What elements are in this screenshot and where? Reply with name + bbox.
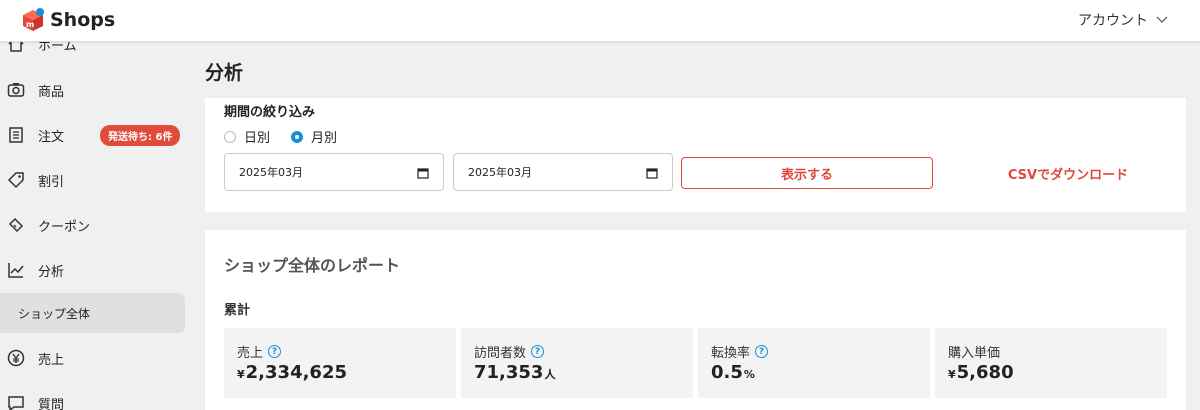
sidebar-item-shop-overall[interactable]: ショップ全体 — [0, 293, 185, 333]
top-header: m Shops アカウント — [0, 0, 1200, 42]
sidebar-item-questions[interactable]: 質問 — [0, 383, 186, 410]
csv-download-button[interactable]: CSVでダウンロード — [965, 157, 1171, 189]
filter-title: 期間の絞り込み — [224, 105, 316, 120]
sidebar-item-label: 割引 — [38, 174, 65, 190]
sidebar-item-products[interactable]: 商品 — [0, 70, 186, 110]
stat-card-sales: 売上 ? ¥ 2,334,625 — [224, 328, 456, 398]
end-month-input[interactable]: 2025年03月 — [453, 153, 673, 191]
sidebar-item-label: 注文 — [38, 129, 65, 145]
help-icon[interactable]: ? — [531, 345, 545, 358]
show-button[interactable]: 表示する — [681, 157, 933, 189]
report-title: ショップ全体のレポート — [224, 256, 401, 275]
sidebar-item-label: クーポン — [38, 219, 91, 235]
brand-name: Shops — [50, 9, 116, 31]
chart-icon — [7, 261, 25, 279]
camera-icon — [7, 81, 25, 99]
start-month-value: 2025年03月 — [239, 166, 303, 179]
chat-icon — [7, 394, 25, 410]
radio-label: 日別 — [244, 131, 271, 146]
account-menu[interactable]: アカウント — [1078, 10, 1168, 30]
sidebar-item-label: 売上 — [38, 352, 65, 368]
cumulative-label: 累計 — [224, 303, 251, 318]
receipt-icon — [7, 126, 25, 144]
pending-shipment-badge: 発送待ち: 6件 — [100, 124, 181, 146]
sidebar-item-analytics[interactable]: 分析 — [0, 250, 186, 290]
tag-icon — [7, 171, 25, 189]
radio-daily[interactable]: 日別 — [224, 127, 270, 146]
stat-value: 5,680 — [956, 362, 1014, 383]
sidebar-item-orders[interactable]: 注文 発送待ち: 6件 — [0, 115, 186, 155]
svg-text:m: m — [26, 20, 34, 29]
sidebar-item-label: ショップ全体 — [18, 306, 91, 321]
logo-mark-icon: m — [20, 7, 46, 33]
calendar-icon[interactable] — [646, 167, 658, 182]
stat-label: 購入単価 — [948, 346, 1001, 361]
page-title: 分析 — [205, 62, 244, 84]
stat-value: 71,353 — [474, 362, 544, 383]
stat-value: 2,334,625 — [245, 362, 348, 383]
sidebar-item-sales[interactable]: 売上 — [0, 338, 186, 378]
radio-unchecked-icon — [224, 130, 236, 143]
radio-monthly[interactable]: 月別 — [291, 127, 337, 146]
sidebar-item-label: 商品 — [38, 84, 65, 100]
stat-card-unit-price: 購入単価 ¥ 5,680 — [935, 328, 1167, 398]
stat-card-conversion: 転換率 ? 0.5 % — [698, 328, 930, 398]
sidebar-item-discounts[interactable]: 割引 — [0, 160, 186, 200]
yen-icon — [7, 349, 25, 367]
account-label: アカウント — [1078, 13, 1148, 29]
currency-prefix: ¥ — [237, 368, 245, 381]
sidebar-nav: ホーム 商品 注文 発送待ち: 6件 割引 クーポン 分析 ショップ全体 売上 … — [0, 35, 188, 410]
help-icon[interactable]: ? — [755, 345, 769, 358]
sidebar-item-coupons[interactable]: クーポン — [0, 205, 186, 245]
stat-label: 転換率 — [711, 346, 751, 361]
help-icon[interactable]: ? — [268, 345, 282, 358]
stat-label: 売上 — [237, 346, 264, 361]
radio-label: 月別 — [311, 131, 338, 146]
currency-prefix: ¥ — [948, 368, 956, 381]
unit-suffix: % — [743, 368, 755, 381]
stat-label: 訪問者数 — [474, 346, 527, 361]
calendar-icon[interactable] — [417, 167, 429, 182]
shop-report-card: ショップ全体のレポート 累計 売上 ? ¥ 2,334,625 訪問者数 ? 7… — [205, 230, 1186, 410]
ticket-icon — [7, 216, 25, 234]
stat-card-visitors: 訪問者数 ? 71,353 人 — [461, 328, 693, 398]
end-month-value: 2025年03月 — [468, 166, 532, 179]
shops-logo[interactable]: m Shops — [20, 7, 115, 33]
sidebar-item-label: 質問 — [38, 397, 65, 410]
unit-suffix: 人 — [544, 368, 556, 381]
start-month-input[interactable]: 2025年03月 — [224, 153, 444, 191]
sidebar-item-label: 分析 — [38, 264, 65, 280]
radio-checked-icon — [291, 130, 303, 143]
chevron-down-icon — [1156, 12, 1168, 28]
period-filter-card: 期間の絞り込み 日別 月別 2025年03月 2025年03月 表示する CSV… — [205, 98, 1186, 212]
stat-value: 0.5 — [711, 362, 743, 383]
